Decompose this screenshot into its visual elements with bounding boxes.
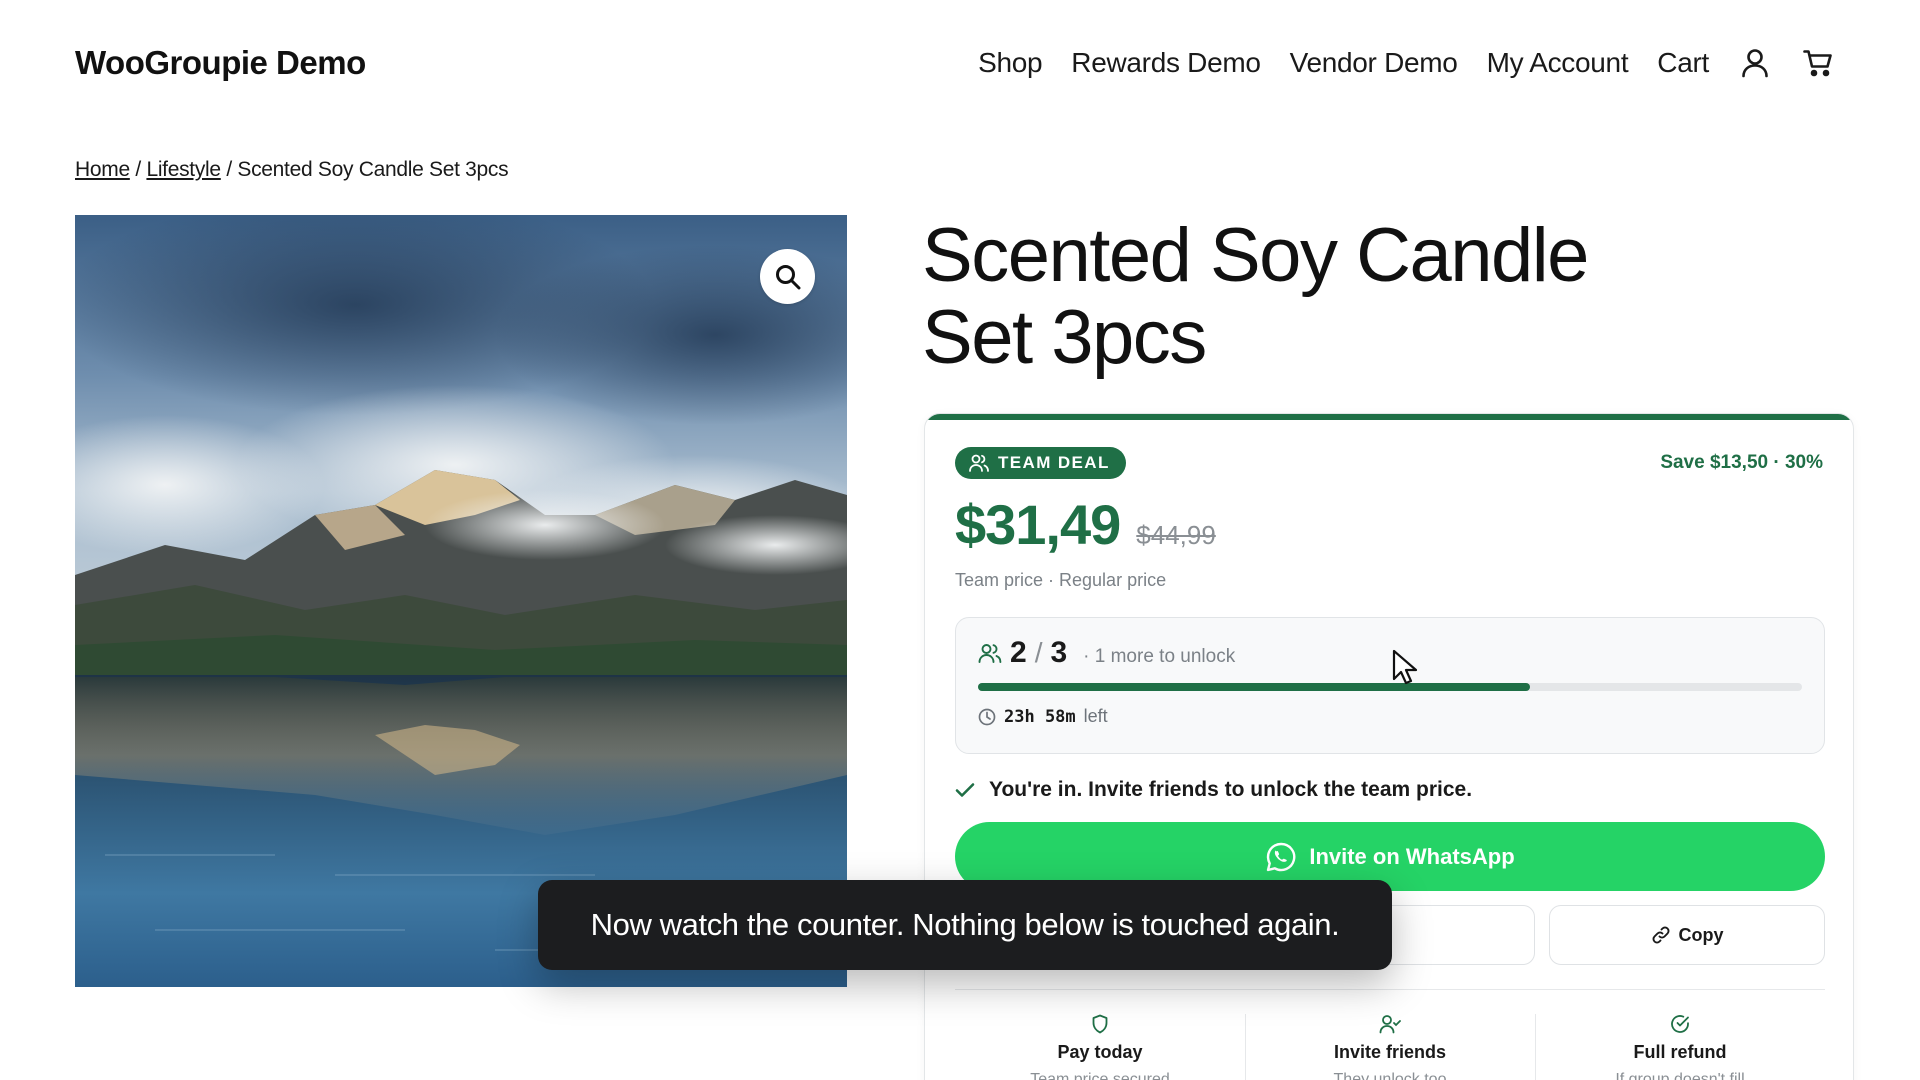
countdown-value: 23h 58m (1004, 706, 1076, 727)
group-progress-box: 2 / 3 · 1 more to unlock 23h 58m left (955, 617, 1825, 754)
nav-my-account[interactable]: My Account (1487, 47, 1629, 79)
regular-price: $44,99 (1136, 520, 1216, 550)
whatsapp-icon (1267, 842, 1296, 871)
step-title: Invite friends (1333, 1042, 1447, 1062)
step-invite-friends: Invite friends They unlock too (1245, 1014, 1535, 1080)
users-icon (978, 644, 1002, 663)
card-accent-bar (925, 414, 1853, 420)
step-title: Full refund (1633, 1042, 1727, 1062)
joined-message: You're in. Invite friends to unlock the … (989, 778, 1473, 801)
group-count: 2 / 3 · 1 more to unlock (978, 636, 1235, 670)
joined-confirmation: You're in. Invite friends to unlock the … (955, 778, 1472, 802)
mountain-lake-photo (75, 215, 847, 987)
breadcrumb-home[interactable]: Home (75, 158, 130, 181)
breadcrumb: Home / Lifestyle / Scented Soy Candle Se… (75, 158, 509, 182)
group-progress-bar (978, 683, 1802, 691)
nav-rewards-demo[interactable]: Rewards Demo (1071, 47, 1261, 79)
step-pay-today: Pay today Team price secured (955, 1014, 1245, 1080)
invite-whatsapp-label: Invite on WhatsApp (1309, 843, 1515, 869)
step-subtitle: They unlock too (1333, 1071, 1447, 1080)
zoom-button[interactable] (760, 249, 815, 304)
product-title-line2: Set 3pcs (922, 295, 1207, 380)
breadcrumb-lifestyle[interactable]: Lifestyle (146, 158, 221, 181)
tutorial-caption-toast: Now watch the counter. Nothing below is … (538, 880, 1392, 970)
check-circle-icon (1671, 1015, 1689, 1033)
site-header: WooGroupie Demo Shop Rewards Demo Vendor… (0, 0, 1920, 130)
price-row: $31,49 $44,99 (955, 492, 1216, 557)
copy-link-label: Copy (1678, 924, 1724, 945)
main-nav: Shop Rewards Demo Vendor Demo My Account… (978, 46, 1835, 80)
check-icon (955, 783, 975, 797)
user-plus-icon (1379, 1015, 1401, 1034)
savings-text: Save $13,50 · 30% (1660, 452, 1823, 473)
members-remaining-text: · 1 more to unlock (1083, 646, 1236, 667)
members-goal-count: 3 (1050, 636, 1068, 669)
magnifier-icon (775, 264, 800, 289)
price-caption: Team price · Regular price (955, 570, 1167, 590)
site-title[interactable]: WooGroupie Demo (75, 44, 366, 82)
step-full-refund: Full refund If group doesn't fill (1535, 1014, 1825, 1080)
step-subtitle: If group doesn't fill (1615, 1071, 1745, 1080)
nav-cart[interactable]: Cart (1657, 47, 1709, 79)
user-icon[interactable] (1738, 46, 1772, 80)
nav-vendor-demo[interactable]: Vendor Demo (1290, 47, 1458, 79)
product-image[interactable] (75, 215, 847, 987)
step-title: Pay today (1057, 1042, 1143, 1062)
nav-shop[interactable]: Shop (978, 47, 1043, 79)
count-separator: / (1034, 637, 1043, 668)
team-deal-label: TEAM DEAL (998, 453, 1110, 472)
team-price: $31,49 (955, 493, 1121, 556)
clock-icon (978, 708, 996, 725)
breadcrumb-separator: / (129, 158, 147, 181)
cart-icon[interactable] (1801, 46, 1835, 80)
step-subtitle: Team price secured (1030, 1071, 1170, 1080)
team-deal-badge: TEAM DEAL (955, 447, 1126, 479)
deal-steps: Pay today Team price secured Invite frie… (955, 1014, 1825, 1080)
card-divider (955, 989, 1825, 990)
product-title-line1: Scented Soy Candle (922, 213, 1589, 298)
breadcrumb-separator: / (220, 158, 238, 181)
product-title: Scented Soy Candle Set 3pcs (922, 215, 1642, 379)
link-icon (1652, 926, 1669, 944)
toast-message: Now watch the counter. Nothing below is … (590, 907, 1340, 942)
shield-icon (1092, 1014, 1108, 1034)
group-progress-fill (978, 683, 1531, 691)
copy-link-button[interactable]: Copy (1549, 905, 1825, 965)
team-deal-card: TEAM DEAL Save $13,50 · 30% $31,49 $44,9… (924, 413, 1854, 1080)
countdown-suffix: left (1083, 706, 1108, 726)
users-icon (969, 454, 989, 472)
countdown-timer: 23h 58m left (978, 706, 1108, 727)
breadcrumb-current: Scented Soy Candle Set 3pcs (237, 158, 509, 181)
members-joined-count: 2 (1010, 636, 1027, 669)
mouse-cursor-icon (1392, 649, 1418, 685)
